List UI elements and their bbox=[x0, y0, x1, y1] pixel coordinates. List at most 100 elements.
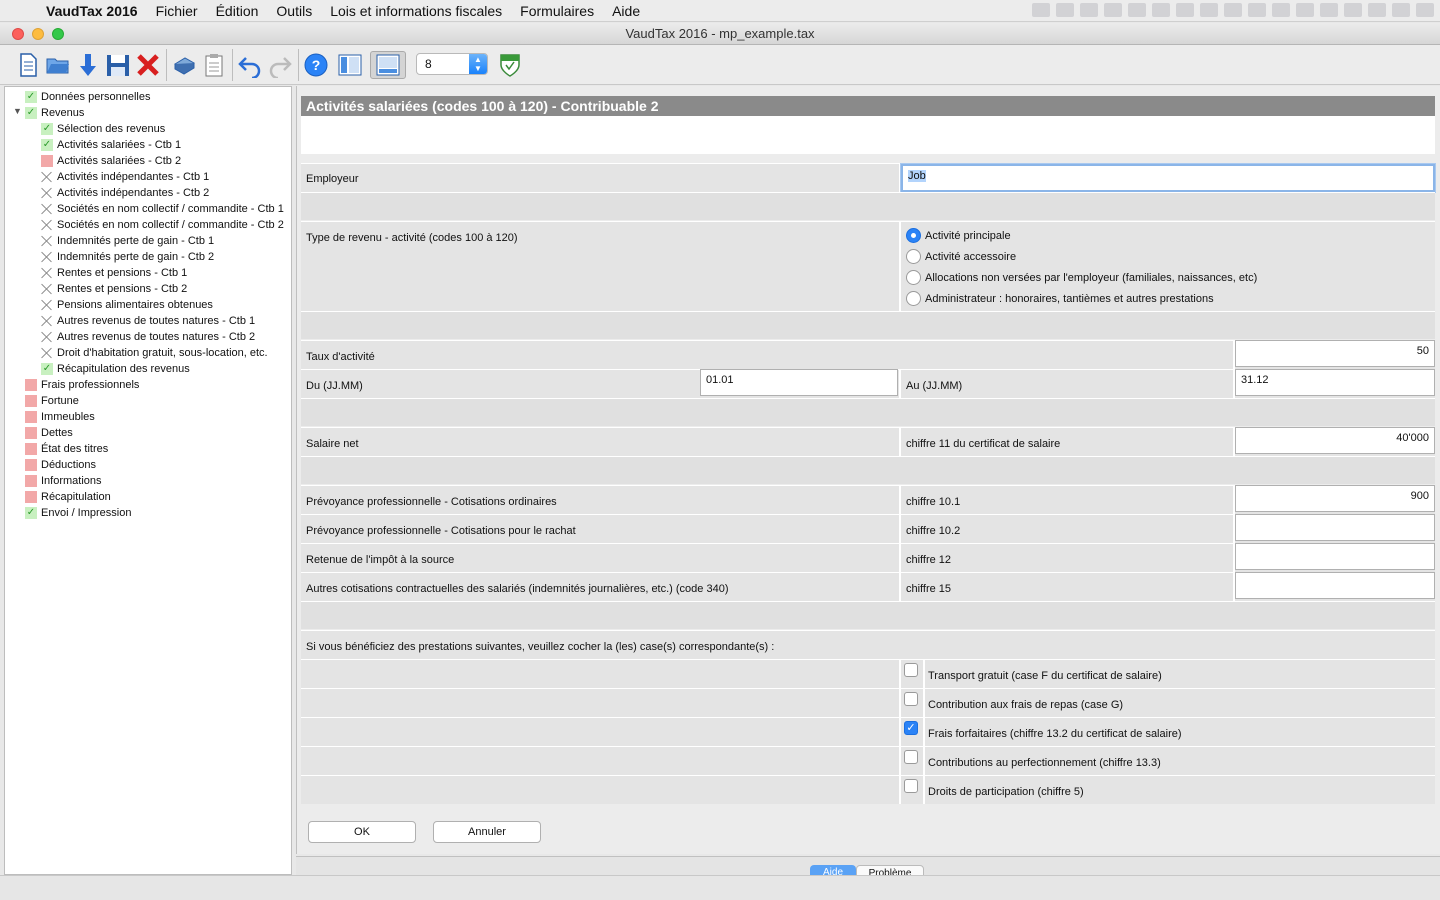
tree-item[interactable]: Immeubles bbox=[25, 409, 95, 425]
cancel-button[interactable]: Annuler bbox=[433, 821, 541, 843]
taux-label: Taux d'activité bbox=[306, 351, 375, 363]
prev-rachat-input[interactable] bbox=[1235, 514, 1435, 541]
tree-item-label: Activités indépendantes - Ctb 1 bbox=[57, 171, 210, 183]
radio-administrateur[interactable]: Administrateur : honoraires, tantièmes e… bbox=[906, 291, 1214, 306]
minimize-window-button[interactable] bbox=[32, 28, 44, 40]
split-horizontal-icon[interactable] bbox=[370, 51, 406, 79]
zoom-window-button[interactable] bbox=[52, 28, 64, 40]
window-title: VaudTax 2016 - mp_example.tax bbox=[625, 26, 815, 41]
menu-lois[interactable]: Lois et informations fiscales bbox=[330, 3, 502, 19]
prestations-intro: Si vous bénéficiez des prestations suiva… bbox=[306, 641, 775, 653]
tree-item[interactable]: Activités indépendantes - Ctb 2 bbox=[41, 185, 209, 201]
menu-aide[interactable]: Aide bbox=[612, 3, 640, 19]
prev-ord-input[interactable]: 900 bbox=[1235, 485, 1435, 512]
tree-item[interactable]: Indemnités perte de gain - Ctb 2 bbox=[41, 249, 214, 265]
tree-item[interactable]: ✓ Sélection des revenus bbox=[41, 121, 165, 137]
prev-ord-chiffre: chiffre 10.1 bbox=[906, 496, 961, 508]
tree-item[interactable]: Rentes et pensions - Ctb 1 bbox=[41, 265, 187, 281]
au-input[interactable]: 31.12 bbox=[1235, 369, 1435, 396]
tree-item[interactable]: Récapitulation bbox=[25, 489, 111, 505]
tree-item-label: Dettes bbox=[41, 427, 73, 439]
help-icon[interactable]: ? bbox=[302, 51, 330, 79]
close-window-button[interactable] bbox=[12, 28, 24, 40]
tree-item[interactable]: Pensions alimentaires obtenues bbox=[41, 297, 213, 313]
tree-item-label: Sélection des revenus bbox=[57, 123, 166, 135]
menu-formulaires[interactable]: Formulaires bbox=[520, 3, 594, 19]
delete-icon[interactable] bbox=[134, 51, 162, 79]
error-status-icon bbox=[25, 395, 37, 407]
tree-item[interactable]: ✓ Revenus bbox=[25, 105, 84, 121]
tree-item[interactable]: Droit d'habitation gratuit, sous-locatio… bbox=[41, 345, 268, 361]
tree-item[interactable]: État des titres bbox=[25, 441, 108, 457]
prestation-label: Contributions au perfectionnement (chiff… bbox=[928, 757, 1161, 769]
open-folder-icon[interactable] bbox=[44, 51, 72, 79]
radio-activite-accessoire[interactable]: Activité accessoire bbox=[906, 249, 1016, 264]
checkbox-transport[interactable] bbox=[904, 663, 918, 677]
svg-text:?: ? bbox=[312, 57, 321, 73]
download-arrow-icon[interactable] bbox=[74, 51, 102, 79]
du-input[interactable]: 01.01 bbox=[700, 369, 898, 396]
radio-icon bbox=[906, 249, 921, 264]
tree-item[interactable]: Autres revenus de toutes natures - Ctb 1 bbox=[41, 313, 255, 329]
checkbox-repas[interactable] bbox=[904, 692, 918, 706]
tree-item[interactable]: ✓ Données personnelles bbox=[25, 89, 150, 105]
tree-item[interactable]: Informations bbox=[25, 473, 102, 489]
prestation-row: Transport gratuit (case F du certificat … bbox=[301, 659, 1435, 688]
new-document-icon[interactable] bbox=[14, 51, 42, 79]
expand-arrow-icon[interactable]: ▼ bbox=[13, 106, 22, 116]
tree-item-label: Fortune bbox=[41, 395, 79, 407]
employeur-input[interactable]: Job bbox=[901, 164, 1435, 192]
spacer-row bbox=[301, 311, 1435, 339]
tree-item[interactable]: ✓ Activités salariées - Ctb 1 bbox=[41, 137, 181, 153]
tree-item[interactable]: Sociétés en nom collectif / commandite -… bbox=[41, 217, 284, 233]
radio-activite-principale[interactable]: Activité principale bbox=[906, 228, 1011, 243]
tree-item-label: Rentes et pensions - Ctb 1 bbox=[57, 267, 188, 279]
menu-edition[interactable]: Édition bbox=[216, 3, 259, 19]
tree-item[interactable]: Activités indépendantes - Ctb 1 bbox=[41, 169, 209, 185]
print-icon[interactable] bbox=[170, 51, 198, 79]
tree-item[interactable]: Dettes bbox=[25, 425, 73, 441]
prestation-row: Contribution aux frais de repas (case G) bbox=[301, 688, 1435, 717]
tree-item-label: Indemnités perte de gain - Ctb 1 bbox=[57, 235, 215, 247]
checkbox-frais-forfaitaires[interactable]: ✓ bbox=[904, 721, 918, 735]
salaire-input[interactable]: 40'000 bbox=[1235, 427, 1435, 454]
ok-button[interactable]: OK bbox=[308, 821, 416, 843]
tree-item[interactable]: Indemnités perte de gain - Ctb 1 bbox=[41, 233, 214, 249]
not-applicable-icon bbox=[41, 283, 53, 295]
not-applicable-icon bbox=[41, 299, 53, 311]
checkmark-icon: ✓ bbox=[25, 507, 37, 519]
clipboard-icon[interactable] bbox=[200, 51, 228, 79]
checkbox-perfectionnement[interactable] bbox=[904, 750, 918, 764]
taux-input[interactable]: 50 bbox=[1235, 340, 1435, 367]
tree-item[interactable]: Frais professionnels bbox=[25, 377, 139, 393]
redo-icon[interactable] bbox=[266, 51, 294, 79]
spacer-row bbox=[301, 192, 1435, 220]
split-vertical-icon[interactable] bbox=[336, 51, 364, 79]
save-icon[interactable] bbox=[104, 51, 132, 79]
tree-item[interactable]: Autres revenus de toutes natures - Ctb 2 bbox=[41, 329, 255, 345]
stepper-arrows-icon[interactable]: ▲ ▼ bbox=[469, 54, 487, 74]
tree-item[interactable]: Fortune bbox=[25, 393, 79, 409]
tree-item-label: Autres revenus de toutes natures - Ctb 1 bbox=[57, 315, 256, 327]
status-icons bbox=[1032, 3, 1434, 17]
autres-chiffre: chiffre 15 bbox=[906, 583, 952, 595]
tree-item[interactable]: Rentes et pensions - Ctb 2 bbox=[41, 281, 187, 297]
form-header-band bbox=[301, 116, 1435, 154]
checkbox-participation[interactable] bbox=[904, 779, 918, 793]
tree-item[interactable]: Activités salariées - Ctb 2 bbox=[41, 153, 181, 169]
undo-icon[interactable] bbox=[236, 51, 264, 79]
tree-item-label: Activités salariées - Ctb 2 bbox=[57, 155, 182, 167]
tree-item[interactable]: Sociétés en nom collectif / commandite -… bbox=[41, 201, 284, 217]
tree-item[interactable]: Déductions bbox=[25, 457, 96, 473]
tree-item[interactable]: ✓ Récapitulation des revenus bbox=[41, 361, 190, 377]
tree-item[interactable]: ✓ Envoi / Impression bbox=[25, 505, 131, 521]
prestation-label: Transport gratuit (case F du certificat … bbox=[928, 670, 1162, 682]
radio-allocations[interactable]: Allocations non versées par l'employeur … bbox=[906, 270, 1257, 285]
vaud-shield-icon[interactable] bbox=[496, 51, 524, 79]
app-menu[interactable]: VaudTax 2016 bbox=[46, 3, 138, 19]
menu-outils[interactable]: Outils bbox=[276, 3, 312, 19]
menu-fichier[interactable]: Fichier bbox=[156, 3, 198, 19]
autres-input[interactable] bbox=[1235, 572, 1435, 599]
retenue-input[interactable] bbox=[1235, 543, 1435, 570]
zoom-select[interactable]: 8 ▲ ▼ bbox=[416, 53, 488, 75]
